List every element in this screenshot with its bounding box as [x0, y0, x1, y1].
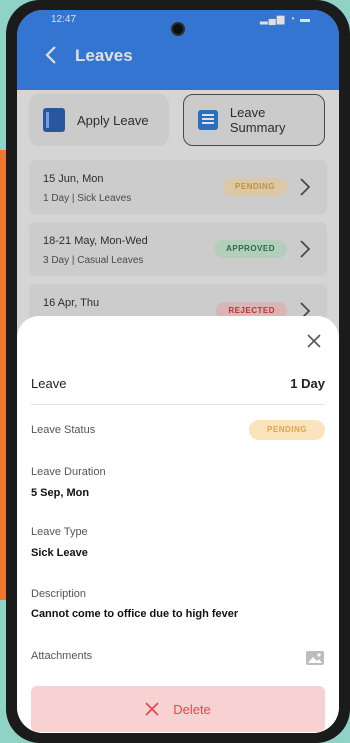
delete-x-icon [145, 702, 159, 716]
screen: 12:47 ▂▄▆ ◔ ▬ Leaves Apply Leave Leave S… [17, 10, 339, 733]
type-value: Sick Leave [31, 547, 88, 559]
duration-value: 5 Sep, Mon [31, 487, 90, 499]
sheet-duration: 1 Day [290, 376, 325, 391]
type-label: Leave Type [31, 526, 88, 538]
leave-detail-sheet: Leave 1 Day Leave Status PENDING Leave D… [17, 316, 339, 733]
stage: 12:47 ▂▄▆ ◔ ▬ Leaves Apply Leave Leave S… [0, 0, 350, 743]
delete-button[interactable]: Delete [31, 686, 325, 732]
phone-frame: 12:47 ▂▄▆ ◔ ▬ Leaves Apply Leave Leave S… [6, 0, 350, 743]
duration-label: Leave Duration [31, 466, 106, 478]
image-icon[interactable] [305, 650, 325, 666]
description-label: Description [31, 588, 87, 600]
delete-label: Delete [173, 701, 211, 717]
status-badge: PENDING [249, 420, 325, 440]
status-label: Leave Status [31, 424, 96, 436]
description-value: Cannot come to office due to high fever [31, 608, 239, 620]
divider [31, 404, 325, 405]
close-icon[interactable] [305, 332, 323, 350]
sheet-title: Leave [31, 376, 67, 391]
attachments-label: Attachments [31, 650, 93, 662]
